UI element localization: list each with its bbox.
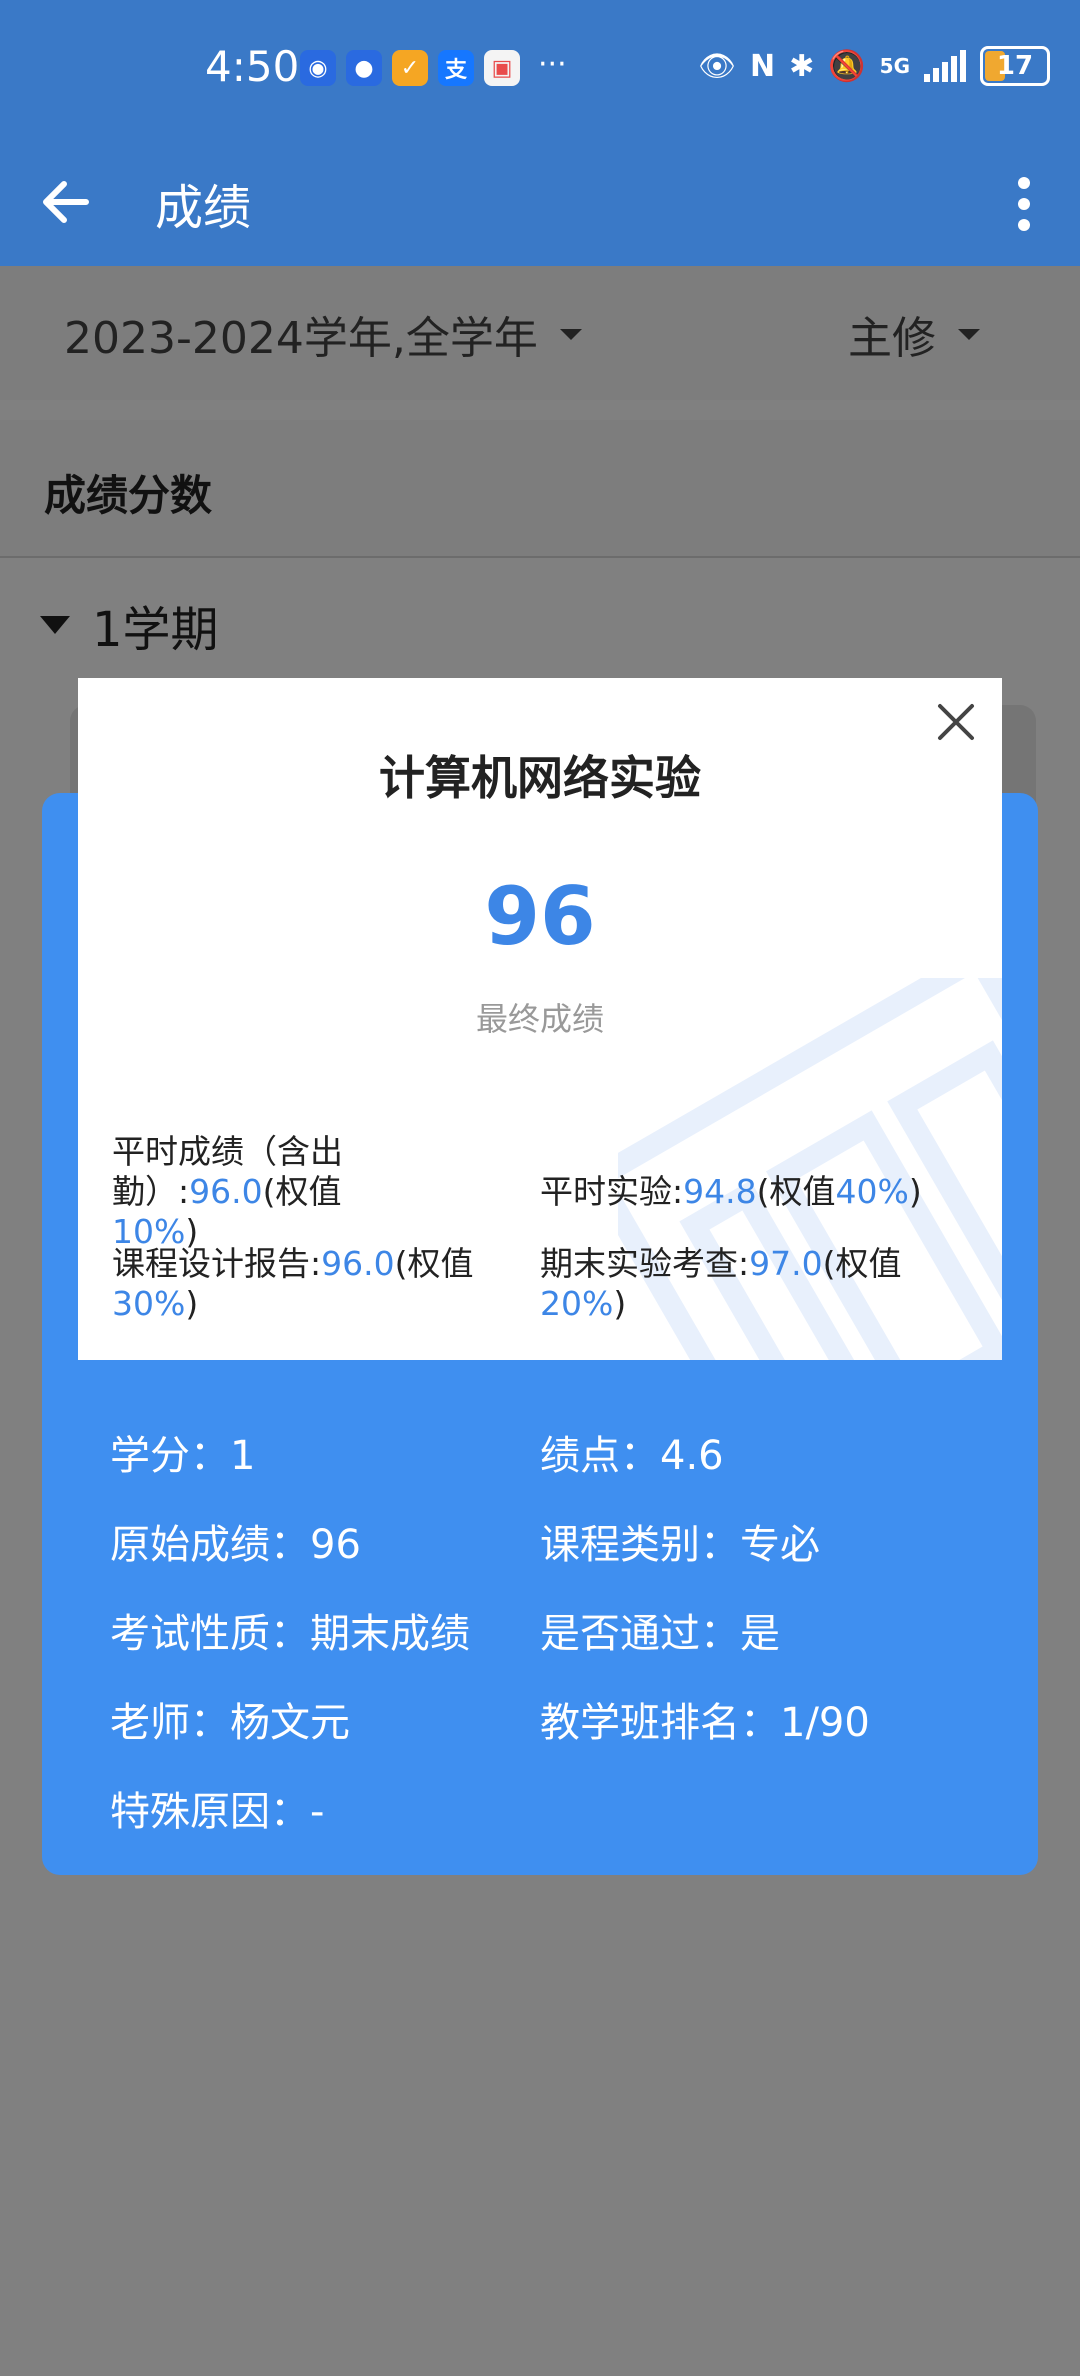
year-select-label: 2023-2024学年,全学年 <box>64 313 538 364</box>
component-score: 平时实验:94.8(权值40%) <box>540 1172 922 1211</box>
system-icons: 👁 N ✱ 🔕 5G 17 <box>698 46 1050 86</box>
exam-nature-text: 考试性质：期末成绩 <box>110 1611 470 1657</box>
term-toggle[interactable]: 1学期 <box>40 590 219 660</box>
bluetooth-icon: ✱ <box>789 48 815 84</box>
gpa-text: 绩点：4.6 <box>540 1433 724 1479</box>
component-score: 平时成绩（含出勤）:96.0(权值10%) <box>112 1132 343 1251</box>
network-label: 5G <box>879 54 910 78</box>
course-name: 计算机网络实验 <box>379 751 701 805</box>
section-header: 成绩分数 <box>0 420 1080 558</box>
triangle-down-icon <box>40 616 70 634</box>
major-select-label: 主修 <box>848 313 936 364</box>
calendar-icon: ▣ <box>484 50 520 86</box>
class-rank-text: 教学班排名：1/90 <box>540 1700 870 1746</box>
app-bar: 成绩 <box>0 138 1080 266</box>
component-score: 期末实验考查:97.0(权值20%) <box>540 1244 902 1323</box>
qq-icon: ● <box>346 50 382 86</box>
year-select[interactable]: 2023-2024学年,全学年 <box>64 302 582 366</box>
battery-icon: 17 <box>980 46 1050 86</box>
passed-text: 是否通过：是 <box>540 1611 780 1657</box>
teacher-text: 老师：杨文元 <box>110 1700 350 1746</box>
final-score: 96 <box>484 870 596 963</box>
more-notifications-icon: ··· <box>538 47 567 82</box>
raw-score-text: 原始成绩：96 <box>110 1522 361 1568</box>
status-time: 4:50 <box>205 42 300 91</box>
nfc-icon: N <box>750 48 776 84</box>
more-options-icon[interactable] <box>1004 168 1044 234</box>
component-score: 课程设计报告:96.0(权值30%) <box>112 1244 474 1323</box>
chevron-down-icon <box>559 328 582 340</box>
filter-bar: 2023-2024学年,全学年 主修 <box>0 266 1080 400</box>
app-c-icon: ✓ <box>392 50 428 86</box>
eye-icon: 👁 <box>697 48 737 84</box>
alipay-icon: 支 <box>438 50 474 86</box>
term-label: 1学期 <box>92 602 219 658</box>
credit-text: 学分：1 <box>110 1433 256 1479</box>
chevron-down-icon <box>958 328 980 340</box>
app-a-icon: ◉ <box>300 50 336 86</box>
close-icon[interactable] <box>934 700 978 744</box>
bell-muted-icon: 🔕 <box>828 48 866 84</box>
notification-icons: ◉ ● ✓ 支 ▣ ··· <box>300 50 567 86</box>
score-detail-modal: 计算机网络实验 96 最终成绩 平时成绩（含出勤）:96.0(权值10%) 平时… <box>78 678 1002 1360</box>
back-arrow-icon[interactable] <box>36 172 96 232</box>
special-reason-text: 特殊原因：- <box>110 1789 325 1835</box>
course-type-text: 课程类别：专必 <box>540 1522 820 1568</box>
section-title: 成绩分数 <box>44 471 213 520</box>
status-bar: 4:50 ◉ ● ✓ 支 ▣ ··· 👁 N ✱ 🔕 5G 17 <box>0 0 1080 138</box>
signal-icon <box>924 50 966 82</box>
major-select[interactable]: 主修 <box>848 302 980 366</box>
final-score-label: 最终成绩 <box>475 1000 604 1038</box>
page-title: 成绩 <box>155 180 252 236</box>
